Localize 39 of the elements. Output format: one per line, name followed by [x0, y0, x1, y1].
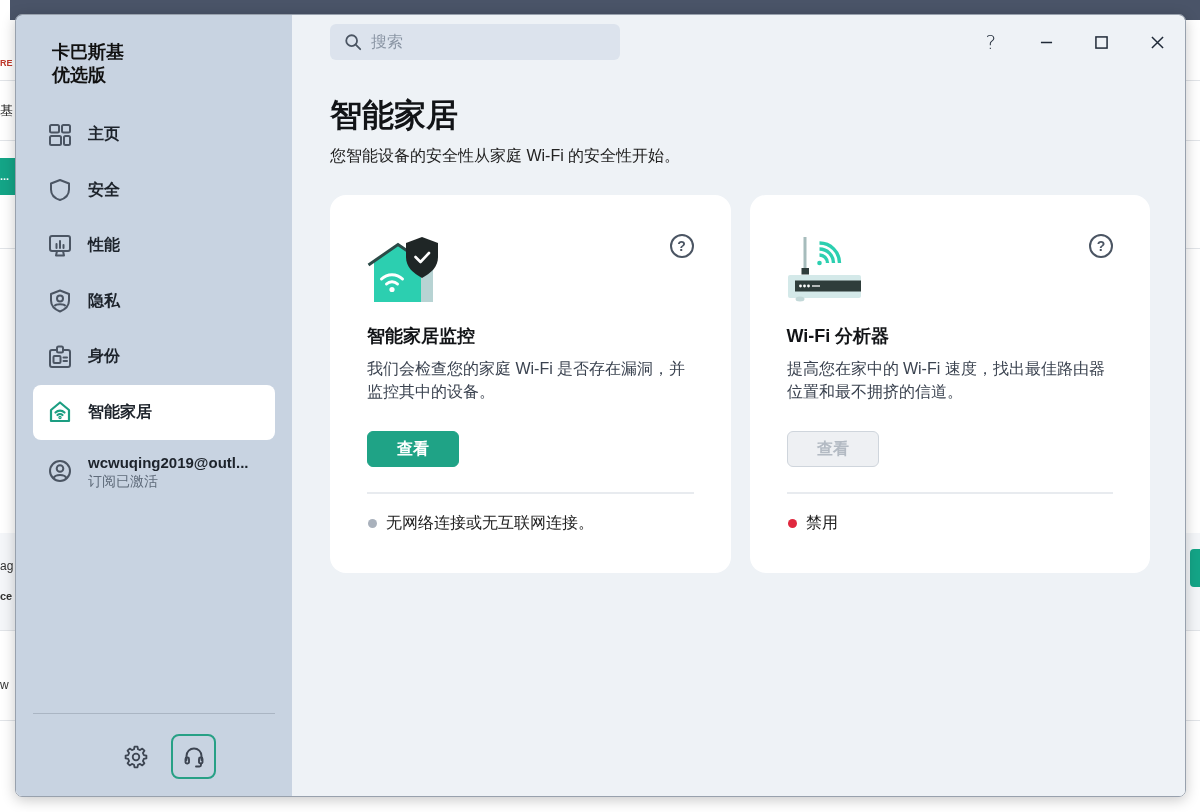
- close-icon[interactable]: [1150, 35, 1164, 49]
- account-item[interactable]: wcwuqing2019@outl... 订阅已激活: [33, 440, 275, 502]
- page-heading: 基: [0, 102, 14, 119]
- help-button[interactable]: ?: [669, 234, 694, 258]
- card-description: 我们会检查您的家庭 Wi-Fi 是否存在漏洞，并监控其中的设备。: [367, 359, 687, 402]
- shield-icon: [48, 178, 72, 203]
- nav-item[interactable]: 性能: [33, 218, 275, 274]
- drop-zone-text: ag: [0, 558, 15, 574]
- card-title: Wi-Fi 分析器: [786, 325, 890, 348]
- id-badge-icon: [48, 344, 72, 369]
- support-button[interactable]: [171, 734, 216, 779]
- help-button[interactable]: ?: [963, 24, 1019, 60]
- required-label: RE: [0, 58, 14, 69]
- search-icon: [344, 33, 362, 51]
- page-title: 智能家居: [330, 96, 459, 135]
- status-text: 无网络连接或无互联网连接。: [386, 513, 594, 533]
- nav-item[interactable]: 身份: [33, 329, 275, 385]
- nav-item[interactable]: 安全: [33, 162, 275, 218]
- card-description: 提高您在家中的 Wi-Fi 速度，找出最佳路由器位置和最不拥挤的信道。: [786, 359, 1106, 402]
- app-title: 卡巴斯基优选版: [52, 41, 125, 87]
- row-text: w: [0, 677, 9, 693]
- nav-item[interactable]: 主页: [33, 107, 275, 163]
- drop-zone[interactable]: ag ce: [0, 533, 15, 630]
- user-circle-icon: [48, 459, 72, 483]
- drop-zone[interactable]: [1186, 533, 1200, 630]
- gear-icon: [123, 744, 148, 769]
- house-wifi-icon: [48, 400, 72, 425]
- status-text: 禁用: [805, 513, 838, 533]
- monitor-icon: [48, 233, 72, 258]
- grid-icon: [48, 122, 72, 147]
- file-types-text: ce: [0, 589, 14, 603]
- card-title: 智能家居监控: [367, 325, 475, 348]
- search-field[interactable]: 搜索: [330, 24, 620, 60]
- nav-item[interactable]: 智能家居: [33, 384, 275, 440]
- page-subtitle: 您智能设备的安全性从家庭 Wi-Fi 的安全性开始。: [330, 146, 682, 166]
- nav-item[interactable]: 隐私: [33, 273, 275, 329]
- maximize-icon[interactable]: [1095, 35, 1109, 49]
- help-button[interactable]: ?: [1089, 234, 1113, 258]
- shield-person-icon: [48, 289, 72, 314]
